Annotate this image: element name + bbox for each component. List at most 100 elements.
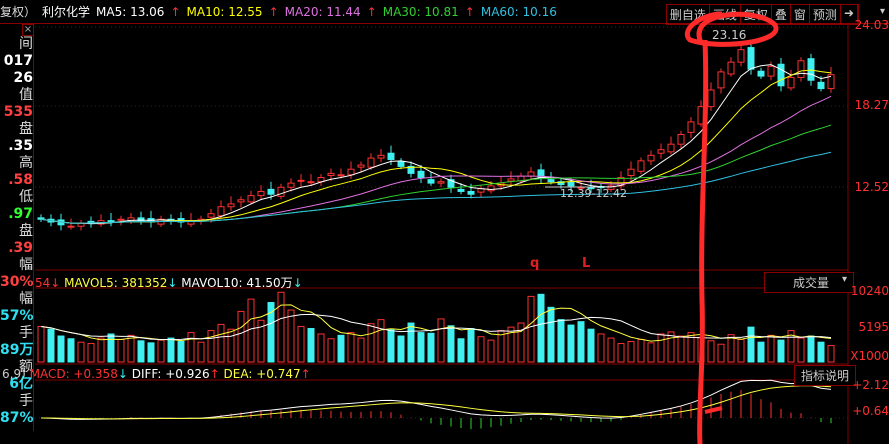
handwritten-arrow [704, 406, 723, 414]
volume-bar [47, 328, 55, 363]
candle [647, 154, 655, 162]
candle [327, 172, 335, 176]
volume-bar [37, 325, 45, 363]
volume-bar [177, 340, 185, 363]
volume-axis-label: 5195 [858, 320, 889, 334]
volume-bar [797, 337, 805, 363]
volume-bar [287, 309, 295, 363]
candle [767, 65, 775, 77]
volume-prefix: 54↓ [35, 276, 61, 290]
diff-value: DIFF: +0.926 [131, 367, 210, 381]
volume-bar [727, 334, 735, 363]
macd-value: MACD: +0.358 [29, 367, 118, 381]
peak-price-label: 23.16 [712, 28, 747, 42]
volume-bar [137, 340, 145, 363]
candle [297, 179, 305, 182]
candle [277, 186, 285, 197]
ma5-line [40, 64, 832, 225]
volume-bar [647, 342, 655, 363]
candle [427, 179, 435, 184]
volume-bar [427, 332, 435, 363]
volume-bar [317, 333, 325, 363]
volume-bar [777, 339, 785, 363]
candle [677, 133, 685, 145]
candle [747, 47, 755, 70]
volume-bar [307, 328, 315, 363]
candle [227, 203, 235, 208]
volume-bar [297, 325, 305, 363]
volume-bar [637, 338, 645, 363]
candle [257, 190, 265, 197]
volume-bar [407, 322, 415, 363]
volume-bar [217, 323, 225, 363]
candle [687, 121, 695, 133]
candle [467, 190, 475, 195]
volume-bar [387, 329, 395, 363]
volume-bar [657, 333, 665, 363]
volume-bar [57, 335, 65, 363]
candle [567, 181, 575, 187]
dea-line [40, 385, 832, 420]
candle [267, 188, 275, 195]
candle [337, 174, 345, 177]
candle [507, 178, 515, 182]
price-axis-label: 12.52 [854, 180, 889, 194]
volume-bar [277, 291, 285, 363]
candle [237, 199, 245, 203]
volume-bar [247, 298, 255, 363]
volume-bar [587, 328, 595, 363]
macd-axis-label: +0.64 [852, 404, 889, 418]
candle [797, 60, 805, 78]
candle [417, 170, 425, 179]
ma20-line [40, 95, 832, 224]
price-axis-label: 18.27 [854, 98, 889, 112]
candle [487, 185, 495, 192]
volume-bar [337, 334, 345, 363]
volume-bar [817, 341, 825, 363]
volume-legend: 54↓ MAVOL5: 381352↓ MAVOL10: 41.50万↓ [35, 274, 303, 291]
candle [437, 181, 445, 184]
volume-bar [87, 343, 95, 363]
candle [397, 161, 405, 167]
candle [667, 143, 675, 153]
candle [247, 195, 255, 203]
volume-bar [767, 334, 775, 363]
volume-bar [457, 338, 465, 363]
candle [817, 81, 825, 90]
volume-bar [157, 339, 165, 363]
volume-bar [467, 328, 475, 363]
handwritten-mark-q: q [530, 256, 540, 271]
volume-bar [677, 335, 685, 363]
volume-bar [567, 324, 575, 363]
volume-bar [327, 338, 335, 363]
candle [217, 206, 225, 217]
candle [387, 152, 395, 160]
volume-bar [627, 340, 635, 363]
candle [367, 157, 375, 168]
candle [377, 154, 385, 159]
candle [737, 49, 745, 63]
candle [117, 218, 125, 221]
volume-bar [437, 318, 445, 363]
candle [657, 149, 665, 154]
volume-bar [367, 323, 375, 363]
up-arrow-icon: ↑ [209, 367, 220, 381]
indicator-explain-button[interactable]: 指标说明 [794, 365, 857, 386]
volume-axis-label: X1000 [850, 349, 889, 363]
price-axis-label: 24.03 [854, 18, 889, 32]
down-arrow-icon: ↓ [292, 276, 303, 290]
volume-bar [417, 332, 425, 363]
volume-bar [547, 306, 555, 363]
macd-legend: 6,9) MACD: +0.358↓ DIFF: +0.926↑ DEA: +0… [2, 367, 311, 381]
indicator-selector[interactable]: 成交量 ▾ [764, 272, 854, 293]
candle [357, 164, 365, 168]
candle [547, 179, 555, 183]
candle [77, 222, 85, 227]
volume-bar [737, 338, 745, 363]
range-label: 12.39-12.42 [560, 187, 627, 200]
volume-bar [717, 343, 725, 363]
volume-bar [517, 322, 525, 363]
volume-bar [227, 328, 235, 363]
handwritten-mark-l: L [582, 256, 591, 271]
indicator-selector-label: 成交量 [793, 276, 830, 290]
